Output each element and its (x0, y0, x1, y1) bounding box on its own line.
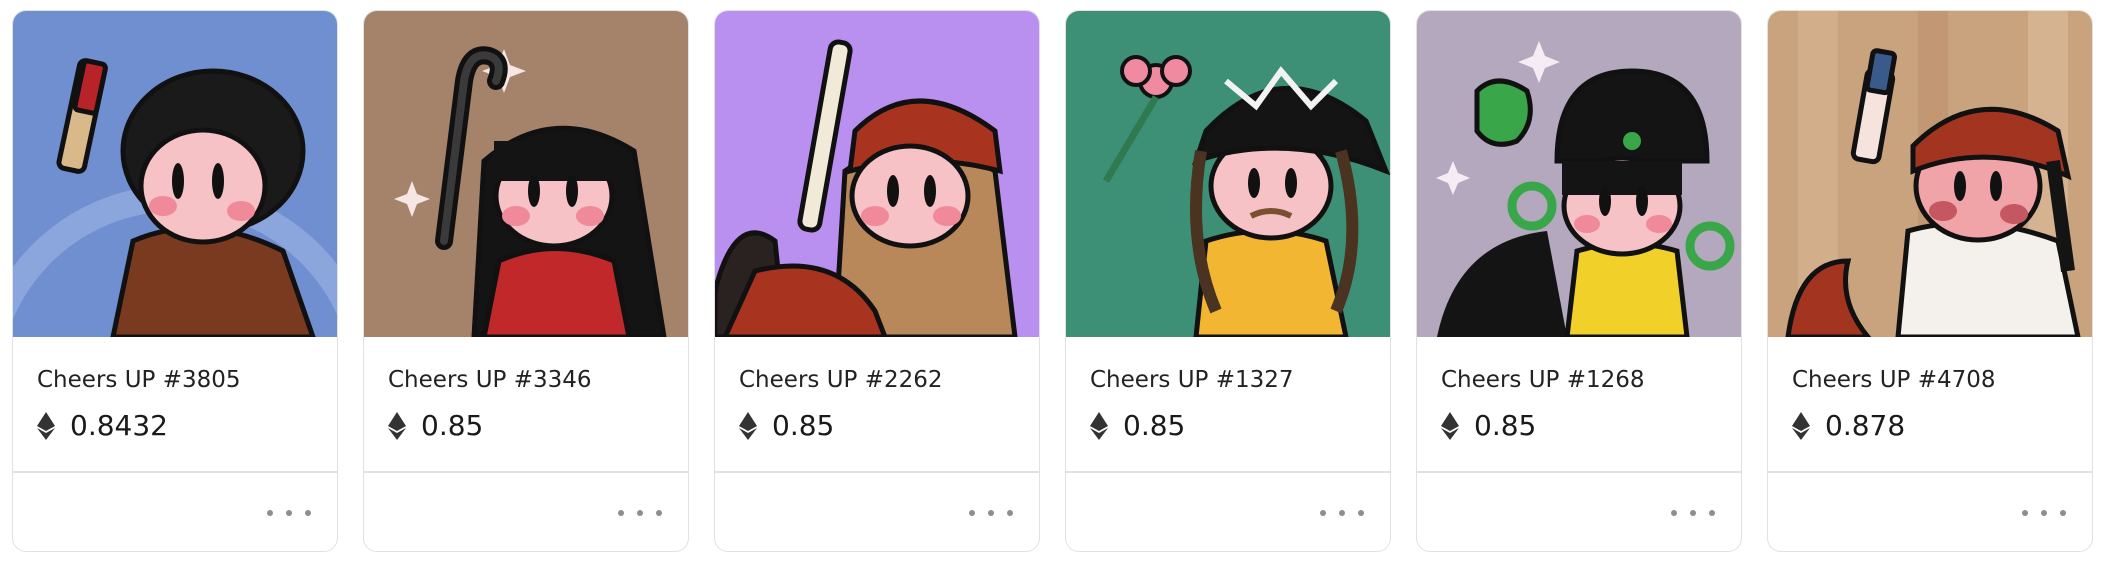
hat-emblem (1623, 132, 1641, 150)
ethereum-icon (388, 411, 406, 440)
nft-price: 0.85 (421, 409, 484, 442)
nft-price: 0.85 (1474, 409, 1537, 442)
card-divider (715, 471, 1039, 473)
nft-artwork[interactable] (1066, 11, 1390, 337)
nft-price: 0.878 (1825, 409, 1906, 442)
nft-card[interactable]: Cheers UP #3805 0.8432 (12, 10, 338, 552)
ethereum-icon (1441, 411, 1459, 440)
nft-price: 0.85 (1123, 409, 1186, 442)
nft-card[interactable]: Cheers UP #1327 0.85 (1065, 10, 1391, 552)
pepper-prop (1474, 78, 1533, 147)
nft-card[interactable]: Cheers UP #4708 0.878 (1767, 10, 2093, 552)
nft-price: 0.85 (772, 409, 835, 442)
nft-title[interactable]: Cheers UP #4708 (1792, 367, 1996, 393)
character-outfit (481, 246, 632, 337)
more-options-icon[interactable] (618, 499, 662, 527)
more-options-icon[interactable] (969, 499, 1013, 527)
card-divider (1768, 471, 2092, 473)
nft-title[interactable]: Cheers UP #1327 (1090, 367, 1294, 393)
ethereum-icon (37, 411, 55, 440)
nft-artwork[interactable] (1417, 11, 1741, 337)
nft-price-row: 0.878 (1792, 409, 1905, 442)
more-options-icon[interactable] (1320, 499, 1364, 527)
nft-title[interactable]: Cheers UP #3805 (37, 367, 241, 393)
nft-price-row: 0.85 (1090, 409, 1185, 442)
nft-artwork[interactable] (364, 11, 688, 337)
nft-artwork[interactable] (715, 11, 1039, 337)
nft-price: 0.8432 (70, 409, 168, 442)
ethereum-icon (1090, 411, 1108, 440)
nft-card[interactable]: Cheers UP #3346 0.85 (363, 10, 689, 552)
card-divider (1066, 471, 1390, 473)
nft-card-grid: Cheers UP #3805 0.8432 Cheers UP #3346 0… (0, 0, 2108, 570)
nft-artwork[interactable] (1768, 11, 2092, 337)
nft-title[interactable]: Cheers UP #3346 (388, 367, 592, 393)
ethereum-icon (1792, 411, 1810, 440)
nft-price-row: 0.85 (388, 409, 483, 442)
more-options-icon[interactable] (1671, 499, 1715, 527)
ethereum-icon (739, 411, 757, 440)
card-divider (364, 471, 688, 473)
character-outfit (1193, 228, 1349, 337)
nft-price-row: 0.8432 (37, 409, 168, 442)
nft-price-row: 0.85 (739, 409, 834, 442)
nft-title[interactable]: Cheers UP #2262 (739, 367, 943, 393)
nft-card[interactable]: Cheers UP #2262 0.85 (714, 10, 1040, 552)
character-hair (1562, 161, 1682, 195)
more-options-icon[interactable] (2022, 499, 2066, 527)
nft-title[interactable]: Cheers UP #1268 (1441, 367, 1645, 393)
more-options-icon[interactable] (267, 499, 311, 527)
card-divider (1417, 471, 1741, 473)
card-divider (13, 471, 337, 473)
nft-price-row: 0.85 (1441, 409, 1536, 442)
nft-card[interactable]: Cheers UP #1268 0.85 (1416, 10, 1742, 552)
nft-artwork[interactable] (13, 11, 337, 337)
